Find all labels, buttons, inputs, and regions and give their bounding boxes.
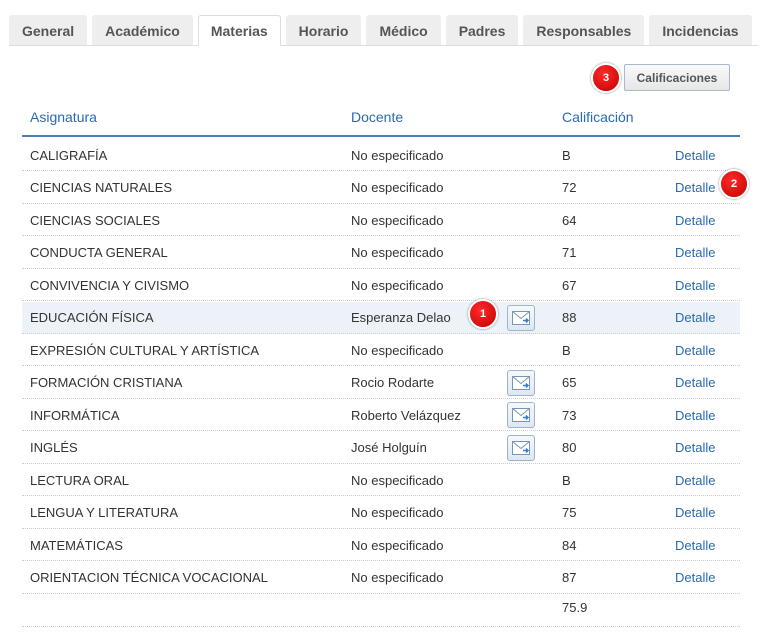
grade-value: 72 (562, 180, 577, 195)
detail-link[interactable]: Detalle (675, 367, 715, 399)
table-header: Asignatura Docente Calificación (22, 101, 740, 137)
subject-name: EDUCACIÓN FÍSICA (30, 310, 154, 325)
send-message-button[interactable] (507, 304, 535, 331)
detail-link[interactable]: Detalle (675, 269, 715, 301)
grade-value: 65 (562, 375, 577, 390)
subject-name: CIENCIAS NATURALES (30, 180, 173, 195)
tab-medico[interactable]: Médico (366, 15, 441, 45)
table-row: FORMACIÓN CRISTIANA Rocio Rodarte 65 Detall… (22, 367, 740, 399)
callout-badge-1: 1 (468, 299, 498, 329)
grade-value: 84 (562, 537, 577, 553)
subject-name: FORMACIÓN CRISTIANA (30, 375, 183, 390)
grade-value: 64 (562, 212, 577, 228)
teacher-name: Esperanza Delao (351, 310, 451, 325)
table-row: INFORMÁTICA Roberto Velázquez 73 Detalle (22, 399, 740, 431)
header-asignatura: Asignatura (30, 109, 97, 125)
grade-value: 71 (562, 245, 577, 260)
table-row: INGLÉS José Holguín 80 Detalle (22, 432, 740, 464)
header-docente: Docente (351, 109, 404, 125)
grade-average: 75.9 (562, 600, 588, 615)
envelope-icon (512, 440, 530, 455)
teacher-name: No especificado (351, 245, 444, 260)
grade-value: 67 (562, 277, 577, 293)
tab-responsables[interactable]: Responsables (523, 15, 645, 45)
grade-value: 73 (562, 407, 577, 423)
callout-badge-3: 3 (591, 63, 621, 93)
grade-value: 87 (562, 570, 577, 585)
teacher-name: No especificado (351, 277, 444, 293)
table-row: CIENCIAS SOCIALES No especificado 64 Detall… (22, 204, 740, 236)
tab-padres[interactable]: Padres (445, 15, 519, 45)
teacher-name: No especificado (351, 180, 444, 195)
send-message-button[interactable] (507, 434, 535, 461)
tab-horario[interactable]: Horario (285, 15, 362, 45)
table-row: LECTURA ORAL No especificado B Detalle (22, 464, 740, 496)
tab-general[interactable]: General (9, 15, 88, 45)
detail-link[interactable]: Detalle (675, 497, 715, 529)
detail-link[interactable]: Detalle (675, 399, 715, 431)
teacher-name: No especificado (351, 212, 444, 228)
subject-name: MATEMÁTICAS (30, 537, 123, 553)
grade-value: B (562, 472, 571, 488)
teacher-name: No especificado (351, 570, 444, 585)
teacher-name: No especificado (351, 505, 444, 520)
table-bottom-divider (22, 626, 740, 627)
grade-value: B (562, 147, 571, 163)
envelope-icon (512, 310, 530, 325)
subject-name: CIENCIAS SOCIALES (30, 212, 161, 228)
table-row: EXPRESIÓN CULTURAL Y ARTÍSTICA No especif… (22, 334, 740, 366)
subject-name: LENGUA Y LITERATURA (30, 505, 179, 520)
send-message-button[interactable] (507, 402, 535, 428)
detail-link[interactable]: Detalle (675, 302, 715, 334)
teacher-name: No especificado (351, 342, 444, 358)
grade-value: 75 (562, 505, 577, 520)
detail-link[interactable]: Detalle (675, 529, 715, 561)
header-calificacion: Calificación (562, 109, 634, 125)
detail-link[interactable]: Detalle (675, 172, 715, 204)
teacher-name: No especificado (351, 537, 444, 553)
subject-name: CALIGRAFÍA (30, 147, 108, 163)
tab-materias[interactable]: Materias (197, 15, 281, 46)
subject-name: ORIENTACION TÉCNICA VOCACIONAL (30, 570, 268, 585)
tab-incidencias[interactable]: Incidencias (649, 15, 752, 45)
teacher-name: Rocio Rodarte (351, 375, 435, 390)
envelope-icon (512, 408, 530, 422)
detail-link[interactable]: Detalle (675, 464, 715, 496)
subject-name: INFORMÁTICA (30, 407, 120, 423)
table-row: EDUCACIÓN FÍSICA Esperanza Delao 88 Detalle (22, 301, 740, 334)
table-row: LENGUA Y LITERATURA No especificado 75 Deta… (22, 497, 740, 529)
detail-link[interactable]: Detalle (675, 237, 715, 269)
grade-value: B (562, 342, 571, 358)
subject-name: LECTURA ORAL (30, 472, 129, 488)
detail-link[interactable]: Detalle (675, 432, 715, 464)
detail-link[interactable]: Detalle (675, 562, 715, 594)
teacher-name: No especificado (351, 147, 444, 163)
send-message-button[interactable] (507, 369, 535, 396)
grade-value: 80 (562, 440, 577, 455)
teacher-name: José Holguín (351, 440, 427, 455)
detail-link[interactable]: Detalle (675, 204, 715, 236)
subject-name: CONDUCTA GENERAL (30, 245, 168, 260)
callout-badge-2: 2 (719, 169, 749, 199)
table-row: ORIENTACION TÉCNICA VOCACIONAL No especif… (22, 562, 740, 594)
table-row: CONDUCTA GENERAL No especificado 71 Detalle (22, 237, 740, 269)
detail-link[interactable]: Detalle (675, 334, 715, 366)
teacher-name: No especificado (351, 472, 444, 488)
subject-name: INGLÉS (30, 440, 78, 455)
table-row: CALIGRAFÍA No especificado B Detalle (22, 139, 740, 171)
tab-bar: General Académico Materias Horario Médic… (9, 15, 758, 46)
table-row: CONVIVENCIA Y CIVISMO No especificado 67 De… (22, 269, 740, 301)
detail-link[interactable]: Detalle (675, 139, 715, 171)
table-row: MATEMÁTICAS No especificado 84 Detalle (22, 529, 740, 561)
table-row: CIENCIAS NATURALES No especificado 72 Detal… (22, 172, 740, 204)
grade-value: 88 (562, 310, 577, 325)
subject-name: CONVIVENCIA Y CIVISMO (30, 277, 190, 293)
subject-name: EXPRESIÓN CULTURAL Y ARTÍSTICA (30, 342, 260, 358)
tab-academico[interactable]: Académico (92, 15, 193, 45)
teacher-name: Roberto Velázquez (351, 407, 461, 423)
calificaciones-button[interactable]: Calificaciones (624, 64, 730, 91)
envelope-icon (512, 375, 530, 390)
